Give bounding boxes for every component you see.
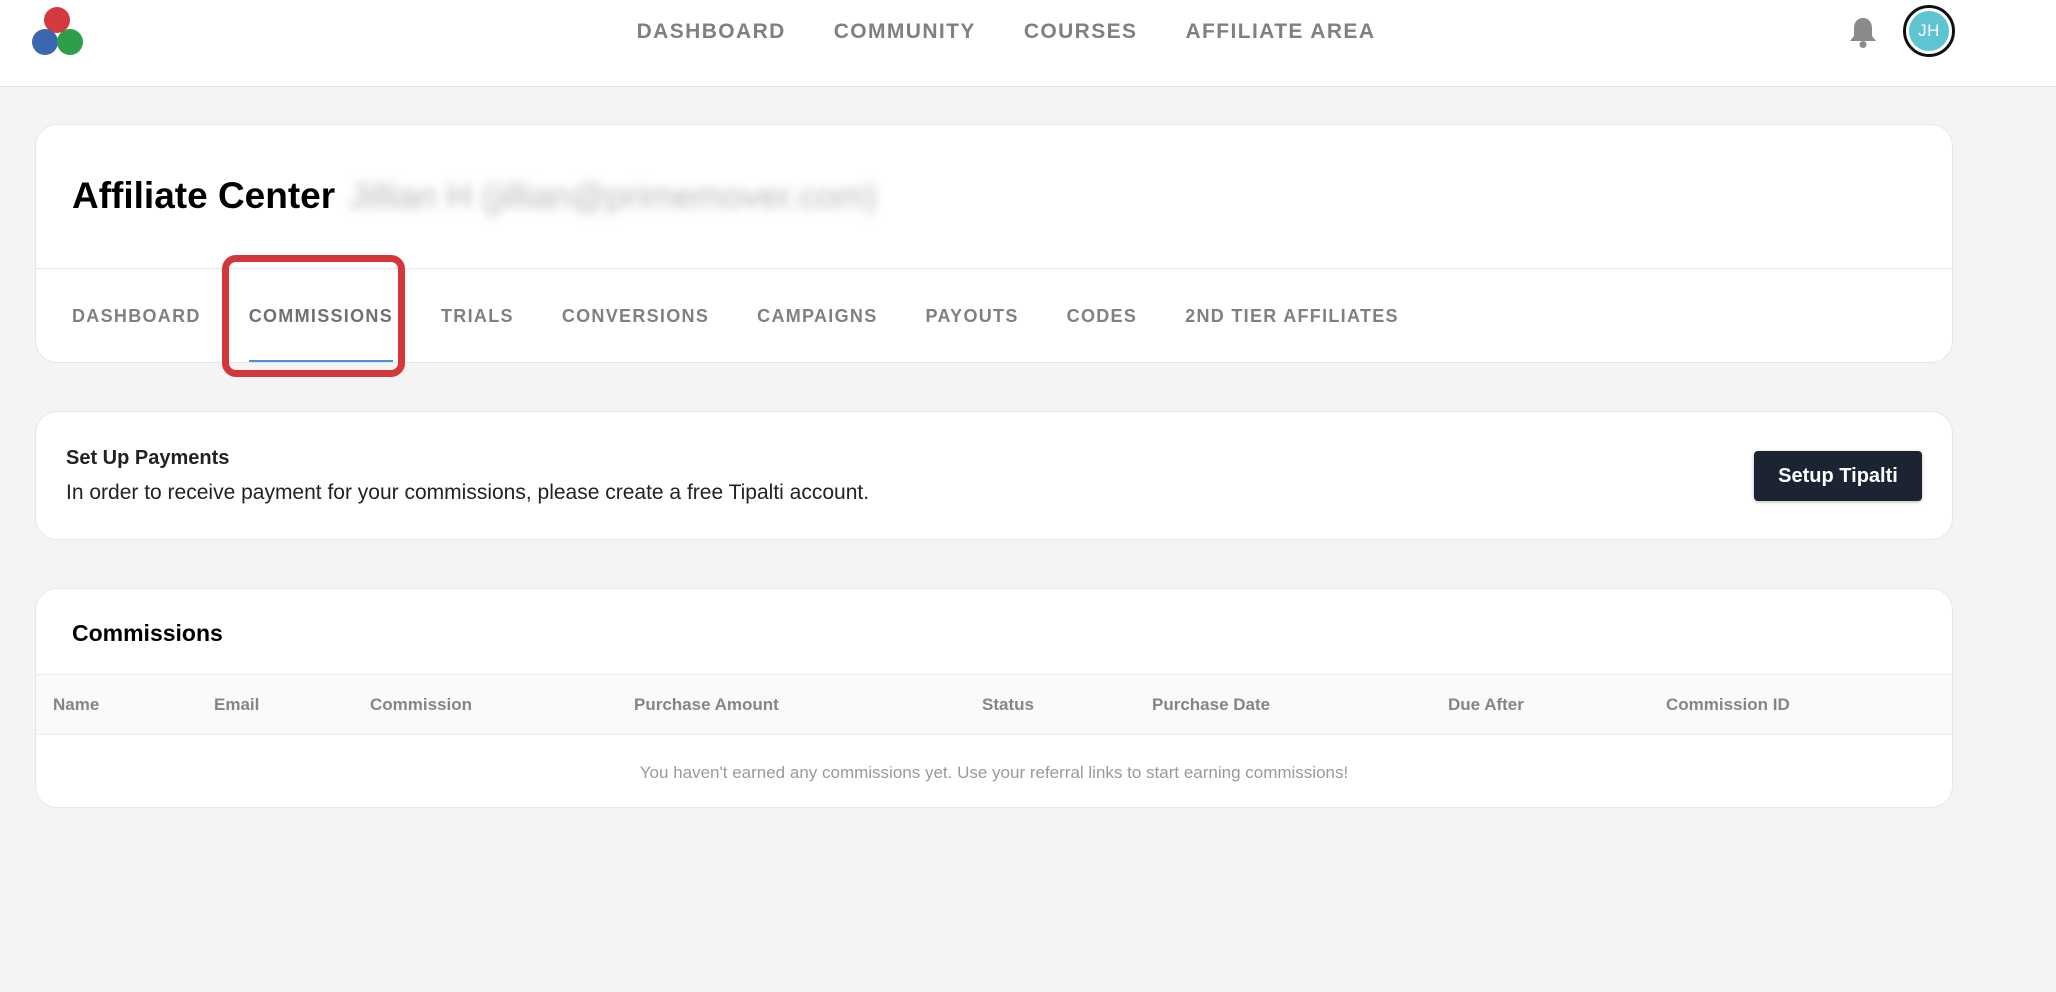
column-purchase-amount[interactable]: Purchase Amount: [634, 675, 779, 734]
page-title-text: Affiliate Center: [72, 175, 336, 216]
avatar-initials: JH: [1909, 11, 1949, 51]
setup-tipalti-button[interactable]: Setup Tipalti: [1754, 451, 1922, 501]
nav-courses[interactable]: COURSES: [1024, 20, 1138, 44]
column-purchase-date[interactable]: Purchase Date: [1152, 675, 1270, 734]
main-nav: DASHBOARD COMMUNITY COURSES AFFILIATE AR…: [0, 0, 2056, 64]
commissions-title: Commissions: [72, 620, 223, 646]
column-due-after[interactable]: Due After: [1448, 675, 1524, 734]
tab-payouts[interactable]: PAYOUTS: [926, 269, 1019, 362]
user-identity: Jillian H (jillian@primemover.com): [349, 177, 877, 216]
affiliate-center-card: Affiliate Center Jillian H (jillian@prim…: [35, 124, 1953, 363]
tab-campaigns[interactable]: CAMPAIGNS: [757, 269, 877, 362]
nav-affiliate-area[interactable]: AFFILIATE AREA: [1185, 20, 1375, 44]
column-status[interactable]: Status: [982, 675, 1034, 734]
user-avatar[interactable]: JH: [1903, 5, 1955, 57]
column-commission[interactable]: Commission: [370, 675, 472, 734]
column-commission-id[interactable]: Commission ID: [1666, 675, 1790, 734]
tab-dashboard[interactable]: DASHBOARD: [72, 269, 201, 362]
top-bar: DASHBOARD COMMUNITY COURSES AFFILIATE AR…: [0, 0, 2056, 87]
tab-conversions[interactable]: CONVERSIONS: [562, 269, 709, 362]
nav-community[interactable]: COMMUNITY: [834, 20, 976, 44]
setup-payments-card: Set Up Payments In order to receive paym…: [35, 411, 1953, 540]
payments-description: In order to receive payment for your com…: [66, 481, 870, 504]
column-email[interactable]: Email: [214, 675, 259, 734]
column-name[interactable]: Name: [53, 675, 99, 734]
tab-commissions[interactable]: COMMISSIONS: [248, 269, 394, 362]
tab-codes[interactable]: CODES: [1067, 269, 1138, 362]
commissions-table-header: Name Email Commission Purchase Amount St…: [36, 674, 1952, 735]
payments-title: Set Up Payments: [66, 447, 230, 469]
page-title: Affiliate Center Jillian H (jillian@prim…: [72, 175, 877, 217]
affiliate-tabs: DASHBOARD COMMISSIONS TRIALS CONVERSIONS…: [72, 269, 1399, 362]
commissions-card: Commissions Name Email Commission Purcha…: [35, 588, 1953, 808]
tab-trials[interactable]: TRIALS: [441, 269, 514, 362]
tab-2nd-tier-affiliates[interactable]: 2ND TIER AFFILIATES: [1185, 269, 1399, 362]
empty-state-message: You haven't earned any commissions yet. …: [639, 763, 1349, 782]
notification-bell-icon[interactable]: [1848, 16, 1878, 48]
nav-dashboard[interactable]: DASHBOARD: [637, 20, 786, 44]
